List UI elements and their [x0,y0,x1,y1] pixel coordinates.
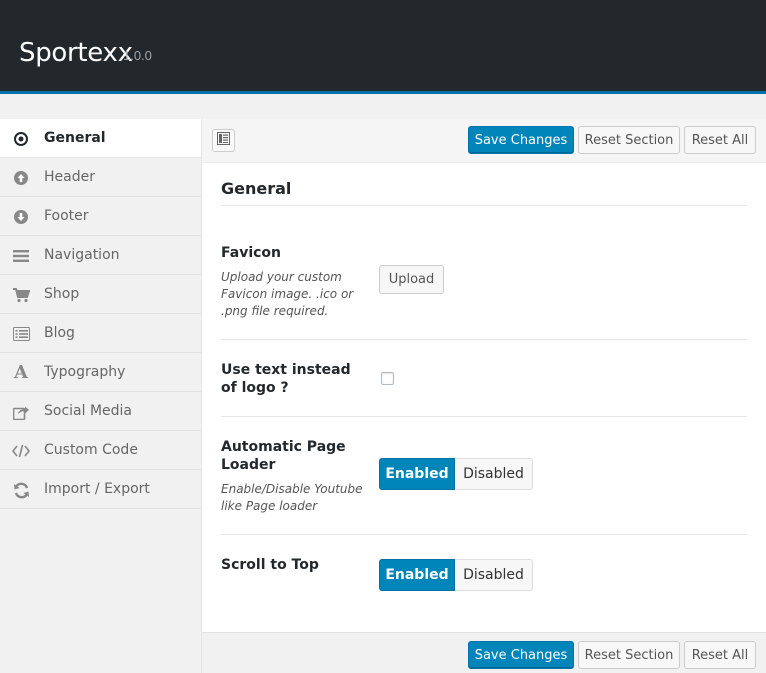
arrow-down-circle-icon [12,208,30,226]
app-version: 1.0.0 [123,48,152,63]
expand-toggle-button[interactable] [212,129,235,152]
scroll-top-title: Scroll to Top [221,557,319,573]
letter-a-icon: A [14,362,28,383]
sidebar-item-social-media[interactable]: Social Media [0,392,201,431]
sidebar-item-navigation[interactable]: Navigation [0,236,201,275]
top-bar: Sportexx 1.0.0 [0,0,766,94]
hamburger-menu-icon [12,247,30,265]
sidebar-item-label: Social Media [44,403,133,419]
sidebar-item-label: Custom Code [44,442,138,458]
text-logo-title: Use text instead of logo ? [221,362,351,396]
sidebar-item-label: General [44,130,106,146]
scroll-top-switch: Enabled Disabled [379,559,533,591]
divider [221,534,747,535]
top-toolbar: Save Changes Reset Section Reset All [202,119,766,163]
reset-all-button-bottom[interactable]: Reset All [684,641,756,669]
page-loader-switch: Enabled Disabled [379,458,533,490]
shopping-cart-icon [12,286,30,304]
sidebar-item-general[interactable]: General [0,119,201,158]
sidebar-item-import-export[interactable]: Import / Export [0,470,201,509]
section-title: General [221,179,292,198]
options-panel: Save Changes Reset Section Reset All Gen… [202,119,766,673]
page-loader-enabled-option[interactable]: Enabled [379,458,455,490]
page-loader-description: Enable/Disable Youtube like Page loader [221,482,363,513]
save-changes-button[interactable]: Save Changes [468,126,574,154]
sidebar-item-custom-code[interactable]: Custom Code [0,431,201,470]
divider [221,205,747,206]
sidebar-item-label: Import / Export [44,481,150,497]
reset-section-button[interactable]: Reset Section [578,126,680,154]
refresh-icon [12,481,30,499]
divider [221,339,747,340]
sidebar: General Header Footer Navigation Shop Bl… [0,119,202,673]
layout-icon [217,131,230,150]
bottom-toolbar: Save Changes Reset Section Reset All [202,632,766,673]
sidebar-item-label: Navigation [44,247,120,263]
favicon-title: Favicon [221,245,281,261]
sidebar-item-blog[interactable]: Blog [0,314,201,353]
sidebar-item-label: Header [44,169,95,185]
sidebar-item-typography[interactable]: A Typography [0,353,201,392]
scroll-top-enabled-option[interactable]: Enabled [379,559,455,591]
sidebar-item-label: Shop [44,286,80,302]
reset-section-button-bottom[interactable]: Reset Section [578,641,680,669]
list-document-icon [12,325,30,343]
text-logo-checkbox[interactable] [381,372,394,385]
divider [221,416,747,417]
app-title: Sportexx [19,38,133,68]
sidebar-item-label: Blog [44,325,75,341]
code-icon [12,442,30,460]
sidebar-item-shop[interactable]: Shop [0,275,201,314]
sidebar-item-label: Footer [44,208,89,224]
arrow-up-circle-icon [12,169,30,187]
sidebar-item-label: Typography [44,364,126,380]
page-loader-title: Automatic Page Loader [221,439,346,473]
save-changes-button-bottom[interactable]: Save Changes [468,641,574,669]
sidebar-item-header[interactable]: Header [0,158,201,197]
radio-target-icon [12,130,30,148]
reset-all-button[interactable]: Reset All [684,126,756,154]
scroll-top-disabled-option[interactable]: Disabled [455,559,533,591]
page-loader-disabled-option[interactable]: Disabled [455,458,533,490]
share-icon [12,403,30,421]
upload-button[interactable]: Upload [379,265,444,294]
favicon-description: Upload your custom Favicon image. .ico o… [221,270,354,318]
sidebar-item-footer[interactable]: Footer [0,197,201,236]
